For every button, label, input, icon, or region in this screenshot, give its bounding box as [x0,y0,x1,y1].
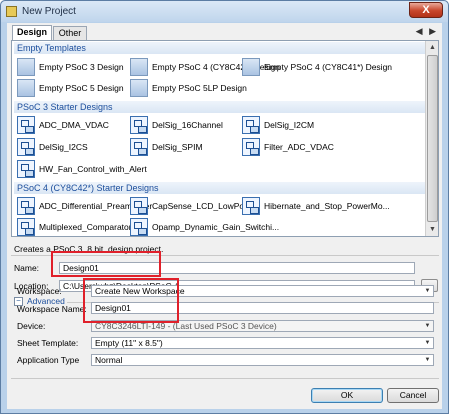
application-type-value: Normal [95,355,123,365]
template-item-label: DelSig_I2CS [39,142,88,152]
chevron-down-icon: ▼ [424,340,431,346]
tab-other[interactable]: Other [53,26,87,40]
blank-template-icon [130,79,148,97]
starter-design-icon [130,197,148,215]
window-title: New Project [22,6,76,17]
template-item[interactable]: ADC_DMA_VDAC [17,115,109,135]
template-item[interactable]: Opamp_Dynamic_Gain_Switchi... [130,217,280,236]
starter-design-icon [17,138,35,156]
template-item-label: Empty PSoC 3 Design [39,62,124,72]
application-type-label: Application Type [17,355,80,365]
template-item[interactable]: Hibernate_and_Stop_PowerMo... [242,196,390,216]
template-item[interactable]: Filter_ADC_VDAC [242,137,334,157]
template-item[interactable]: HW_Fan_Control_with_Alert [17,159,147,179]
template-item[interactable]: DelSig_SPIM [130,137,203,157]
title-bar[interactable]: New Project X [1,1,448,22]
template-item-label: DelSig_I2CM [264,120,315,130]
starter-design-icon [242,138,260,156]
close-button[interactable]: X [409,2,443,18]
tab-pager-arrows[interactable]: ◀ ▶ [416,26,438,37]
starter-design-icon [17,197,35,215]
template-item-label: Filter_ADC_VDAC [264,142,334,152]
starter-design-icon [17,160,35,178]
blank-template-icon [17,79,35,97]
starter-design-icon [242,116,260,134]
template-item[interactable]: Empty PSoC 5LP Design [130,78,247,98]
new-project-dialog: New Project X Design Other ◀ ▶ Empty Tem… [0,0,449,414]
group-header-psoc4-starter: PSoC 4 (CY8C42*) Starter Designs [14,182,426,194]
template-item[interactable]: CapSense_LCD_LowPower [130,196,258,216]
group-header-psoc3-starter: PSoC 3 Starter Designs [14,101,426,113]
starter-design-icon [130,138,148,156]
template-item[interactable]: Empty PSoC 3 Design [17,57,124,77]
name-label: Name: [14,263,40,273]
template-item-label: Hibernate_and_Stop_PowerMo... [264,201,390,211]
starter-design-icon [17,116,35,134]
gallery-scrollbar[interactable]: ▲ ▼ [425,41,438,236]
template-item-label: Opamp_Dynamic_Gain_Switchi... [152,222,280,232]
starter-design-icon [130,218,148,236]
highlight-location [51,251,161,277]
template-item-label: DelSig_16Channel [152,120,223,130]
app-icon [6,6,17,17]
workspace-name-label: Workspace Name: [17,304,87,314]
template-item[interactable]: DelSig_I2CM [242,115,314,135]
cancel-button[interactable]: Cancel [387,388,439,403]
template-item[interactable]: Multiplexed_Comparator [17,217,132,236]
footer-divider [11,378,439,379]
highlight-workspace [83,278,179,323]
template-gallery[interactable]: Empty Templates Empty PSoC 3 Design Empt… [11,40,439,237]
template-item-label: ADC_DMA_VDAC [39,120,109,130]
dialog-body: Design Other ◀ ▶ Empty Templates Empty P… [7,23,442,409]
template-item-label: DelSig_SPIM [152,142,203,152]
template-item[interactable]: DelSig_I2CS [17,137,88,157]
blank-template-icon [130,58,148,76]
template-item-label: Empty PSoC 4 (CY8C41*) Design [264,62,393,72]
group-header-empty-templates: Empty Templates [14,42,426,54]
template-item-label: Empty PSoC 5 Design [39,83,124,93]
tab-design[interactable]: Design [12,25,52,41]
starter-design-icon [17,218,35,236]
starter-design-icon [242,197,260,215]
workspace-label: Workspace: [17,286,62,296]
template-item[interactable]: Empty PSoC 4 (CY8C41*) Design [242,57,392,77]
scroll-down-icon[interactable]: ▼ [427,224,438,235]
blank-template-icon [17,58,35,76]
template-item-label: HW_Fan_Control_with_Alert [39,164,147,174]
template-item[interactable]: Empty PSoC 5 Design [17,78,124,98]
chevron-down-icon: ▼ [424,323,431,329]
template-item-label: Multiplexed_Comparator [39,222,132,232]
device-label: Device: [17,321,46,331]
chevron-down-icon: ▼ [424,357,431,363]
chevron-down-icon: ▼ [424,288,431,294]
template-item-label: Empty PSoC 5LP Design [152,83,247,93]
blank-template-icon [242,58,260,76]
sheet-template-select[interactable]: Empty (11" x 8.5") ▼ [91,337,434,349]
sheet-template-label: Sheet Template: [17,338,79,348]
ok-button[interactable]: OK [311,388,383,403]
application-type-select[interactable]: Normal ▼ [91,354,434,366]
scroll-up-icon[interactable]: ▲ [427,42,438,53]
sheet-template-value: Empty (11" x 8.5") [95,338,163,348]
starter-design-icon [130,116,148,134]
scroll-thumb[interactable] [427,55,438,222]
template-item[interactable]: DelSig_16Channel [130,115,223,135]
